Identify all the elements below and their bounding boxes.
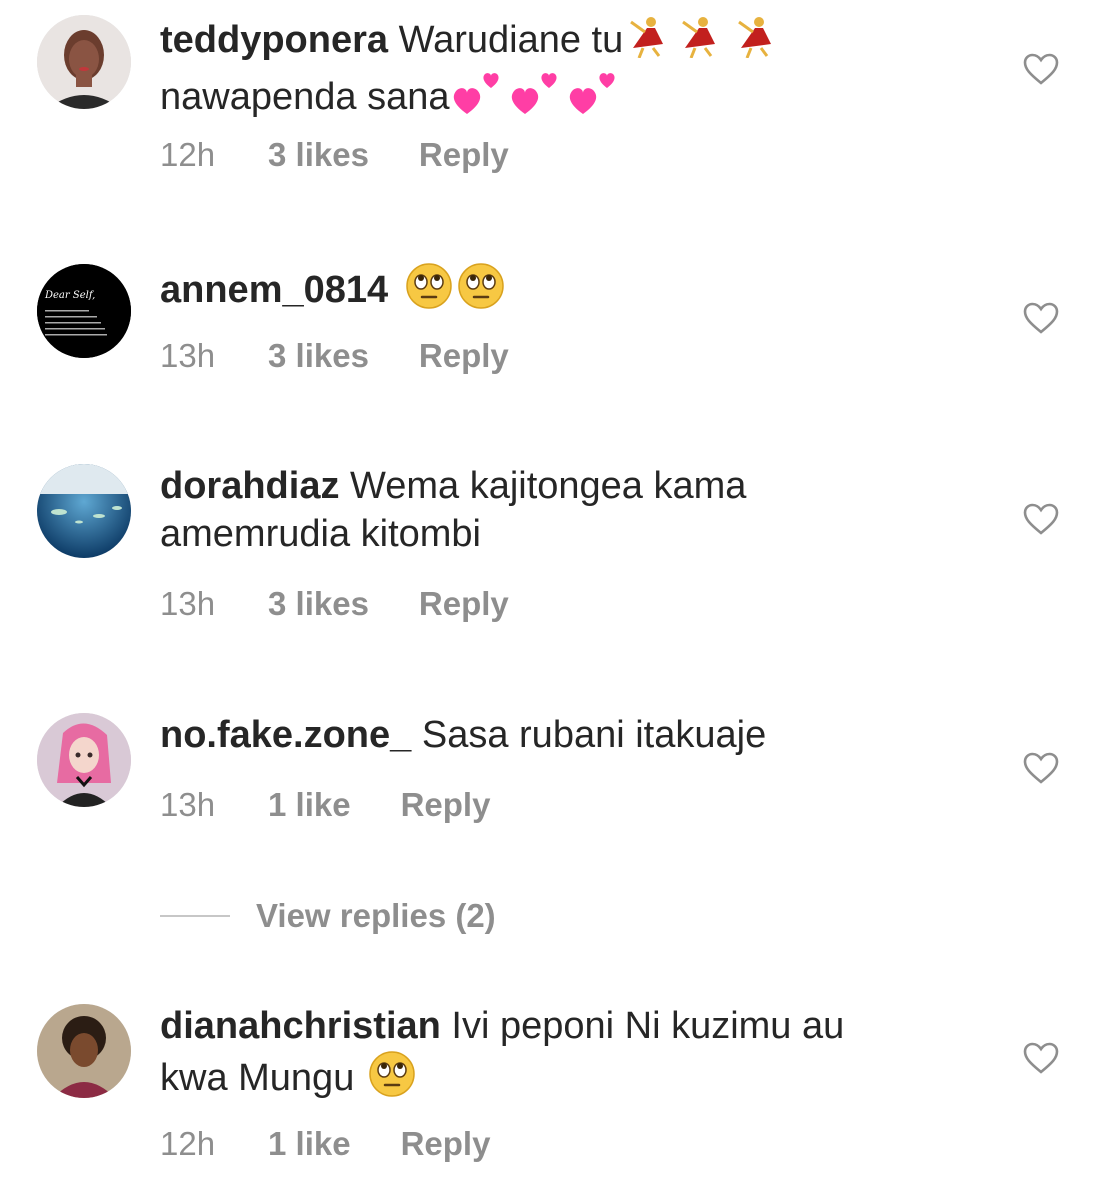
- comment-time: 12h: [160, 1125, 216, 1162]
- avatar-image: Dear Self,: [37, 264, 131, 358]
- avatar[interactable]: [37, 15, 131, 109]
- comment-likes[interactable]: 3 likes: [268, 336, 369, 376]
- comment-username[interactable]: no.fake.zone_: [160, 714, 411, 756]
- avatar-image: [37, 15, 131, 109]
- dancer-emoji: [623, 14, 671, 70]
- comment-body: teddyponera Warudiane tu nawapenda sana: [160, 14, 960, 128]
- comment-text: Ivi peponi Ni kuzimu au: [451, 1005, 845, 1047]
- comment-body: annem_0814: [160, 262, 960, 322]
- dancer-emoji: [727, 14, 783, 70]
- avatar[interactable]: [37, 1004, 131, 1098]
- comment-likes[interactable]: 1 like: [268, 785, 351, 825]
- two-hearts-emoji: [565, 70, 623, 128]
- comment-likes[interactable]: 3 likes: [268, 584, 369, 624]
- comment-time: 13h: [160, 786, 216, 823]
- comment-text: Sasa rubani itakuaje: [421, 714, 767, 756]
- comment-body: dianahchristian Ivi peponi Ni kuzimu au …: [160, 1002, 960, 1110]
- comment-body: dorahdiaz Wema kajitongea kama amemrudia…: [160, 462, 960, 558]
- avatar-image: [37, 713, 131, 807]
- comment-body: no.fake.zone_ Sasa rubani itakuaje: [160, 711, 960, 759]
- dancer-emoji: [671, 14, 727, 70]
- like-heart-icon[interactable]: [1022, 301, 1060, 335]
- view-replies-divider: [160, 915, 230, 917]
- comment-username[interactable]: dorahdiaz: [160, 465, 339, 507]
- comment-text: Wema kajitongea kama: [350, 465, 747, 507]
- like-heart-icon[interactable]: [1022, 502, 1060, 536]
- view-replies-button[interactable]: View replies (2): [160, 896, 496, 936]
- comment-text: kwa Mungu: [160, 1057, 355, 1100]
- avatar-title: Dear Self,: [44, 290, 95, 301]
- two-hearts-emoji: [449, 70, 507, 128]
- avatar-image: [37, 1004, 131, 1098]
- avatar[interactable]: [37, 464, 131, 558]
- rolling-eyes-emoji: [405, 262, 457, 322]
- comment-meta: 12h 1 like Reply: [160, 1124, 490, 1164]
- comment-likes[interactable]: 3 likes: [268, 135, 369, 175]
- comment-meta: 12h 3 likes Reply: [160, 135, 509, 175]
- like-heart-icon[interactable]: [1022, 52, 1060, 86]
- two-hearts-emoji: [507, 70, 565, 128]
- comment-meta: 13h 3 likes Reply: [160, 336, 509, 376]
- avatar[interactable]: Dear Self,: [37, 264, 131, 358]
- comment-likes[interactable]: 1 like: [268, 1124, 351, 1164]
- rolling-eyes-emoji: [457, 262, 509, 322]
- comment-meta: 13h 3 likes Reply: [160, 584, 509, 624]
- comment-username[interactable]: teddyponera: [160, 19, 388, 61]
- comment-text: amemrudia kitombi: [160, 513, 481, 555]
- reply-button[interactable]: Reply: [401, 785, 491, 825]
- comment-time: 13h: [160, 585, 216, 622]
- comment-username[interactable]: dianahchristian: [160, 1005, 441, 1047]
- comment-username[interactable]: annem_0814: [160, 269, 388, 311]
- avatar-image: [37, 464, 131, 558]
- comment-meta: 13h 1 like Reply: [160, 785, 490, 825]
- reply-button[interactable]: Reply: [401, 1124, 491, 1164]
- view-replies-label: View replies (2): [256, 897, 496, 934]
- comment-text: nawapenda sana: [160, 76, 450, 119]
- like-heart-icon[interactable]: [1022, 1041, 1060, 1075]
- reply-button[interactable]: Reply: [419, 135, 509, 175]
- reply-button[interactable]: Reply: [419, 584, 509, 624]
- avatar[interactable]: [37, 713, 131, 807]
- comment-text: Warudiane tu: [398, 19, 624, 62]
- comment-time: 12h: [160, 136, 216, 173]
- reply-button[interactable]: Reply: [419, 336, 509, 376]
- like-heart-icon[interactable]: [1022, 751, 1060, 785]
- comment-time: 13h: [160, 337, 216, 374]
- rolling-eyes-emoji: [368, 1050, 420, 1110]
